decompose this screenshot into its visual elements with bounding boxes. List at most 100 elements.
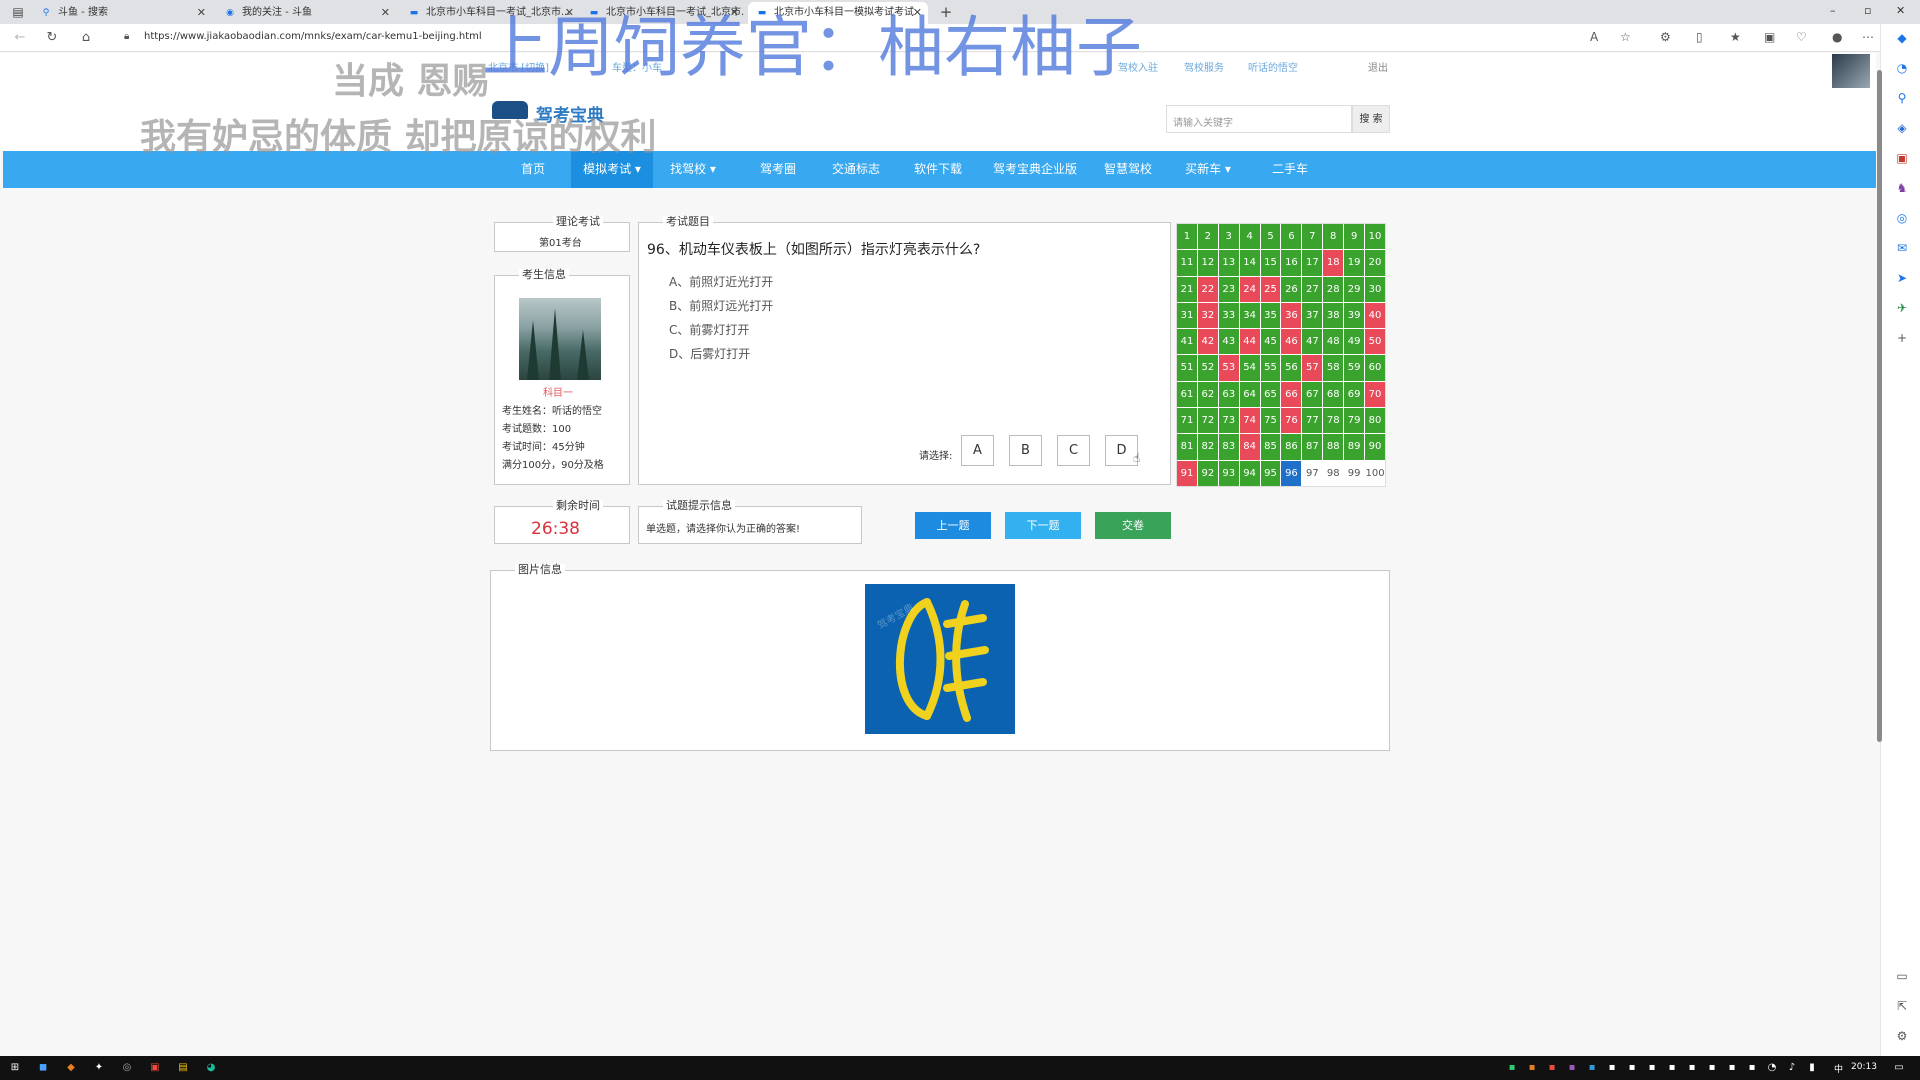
nav-download[interactable]: 软件下载 <box>903 151 973 188</box>
profile-icon[interactable]: ● <box>1832 30 1842 44</box>
page-scrollbar[interactable] <box>1877 70 1882 742</box>
prev-question-button[interactable]: 上一题 <box>915 512 991 539</box>
question-number-cell[interactable]: 83 <box>1218 434 1239 460</box>
open-external-icon[interactable]: ⇱ <box>1894 998 1910 1014</box>
tray-icon-9[interactable]: ▪ <box>1665 1061 1679 1075</box>
tray-icon-11[interactable]: ▪ <box>1705 1061 1719 1075</box>
telegram-icon[interactable]: ➤ <box>1894 270 1910 286</box>
question-number-cell[interactable]: 52 <box>1197 355 1218 381</box>
question-number-cell[interactable]: 50 <box>1365 329 1385 355</box>
option-b[interactable]: B、前照灯远光打开 <box>669 297 773 314</box>
favorites-icon[interactable]: ★ <box>1730 30 1741 44</box>
collections-icon[interactable]: ▣ <box>1764 30 1775 44</box>
question-number-cell[interactable]: 71 <box>1177 408 1197 434</box>
question-number-cell[interactable]: 56 <box>1281 355 1302 381</box>
app-icon-5[interactable]: ▣ <box>148 1061 162 1075</box>
nav-used-car[interactable]: 二手车 <box>1255 151 1325 188</box>
app-icon-4[interactable]: ◎ <box>120 1061 134 1075</box>
question-number-cell[interactable]: 41 <box>1177 329 1197 355</box>
browser-essentials-icon[interactable]: ♡ <box>1796 30 1807 44</box>
question-number-cell[interactable]: 53 <box>1218 355 1239 381</box>
question-number-cell[interactable]: 36 <box>1281 302 1302 329</box>
back-icon[interactable]: ← <box>12 30 28 45</box>
drop-icon[interactable]: ✈ <box>1894 300 1910 316</box>
notification-center-icon[interactable]: ▭ <box>1892 1061 1906 1075</box>
shopping-icon[interactable]: ◈ <box>1894 120 1910 136</box>
tray-icon-2[interactable]: ▪ <box>1525 1061 1539 1075</box>
question-number-cell[interactable]: 69 <box>1344 381 1365 408</box>
question-number-cell[interactable]: 4 <box>1239 224 1260 250</box>
question-number-cell[interactable]: 48 <box>1323 329 1344 355</box>
question-number-cell[interactable]: 45 <box>1260 329 1281 355</box>
answer-b-button[interactable]: B <box>1009 435 1042 466</box>
search-icon[interactable]: ⚲ <box>1894 90 1910 106</box>
tray-icon-13[interactable]: ▪ <box>1745 1061 1759 1075</box>
question-number-cell[interactable]: 10 <box>1365 224 1385 250</box>
question-number-cell[interactable]: 89 <box>1344 434 1365 460</box>
close-icon[interactable]: ✕ <box>197 2 206 24</box>
question-number-cell[interactable]: 3 <box>1218 224 1239 250</box>
ime-indicator[interactable]: 中 <box>1834 1062 1843 1075</box>
question-number-cell[interactable]: 79 <box>1344 408 1365 434</box>
question-number-cell[interactable]: 5 <box>1260 224 1281 250</box>
question-number-cell[interactable]: 6 <box>1281 224 1302 250</box>
username-link[interactable]: 听话的悟空 <box>1248 59 1298 74</box>
question-number-cell[interactable]: 72 <box>1197 408 1218 434</box>
question-number-cell[interactable]: 91 <box>1177 460 1197 486</box>
question-number-cell[interactable]: 47 <box>1302 329 1323 355</box>
question-number-cell[interactable]: 76 <box>1281 408 1302 434</box>
question-number-cell[interactable]: 17 <box>1302 250 1323 276</box>
question-number-cell[interactable]: 19 <box>1344 250 1365 276</box>
question-number-cell[interactable]: 65 <box>1260 381 1281 408</box>
nav-enterprise[interactable]: 驾考宝典企业版 <box>985 151 1085 188</box>
submit-exam-button[interactable]: 交卷 <box>1095 512 1171 539</box>
question-number-cell[interactable]: 40 <box>1365 302 1385 329</box>
question-number-cell[interactable]: 51 <box>1177 355 1197 381</box>
nav-circle[interactable]: 驾考圈 <box>743 151 813 188</box>
question-number-cell[interactable]: 74 <box>1239 408 1260 434</box>
restore-button[interactable]: ▫ <box>1864 4 1871 17</box>
nav-new-car[interactable]: 买新车 ▾ <box>1173 151 1243 188</box>
question-number-cell[interactable]: 60 <box>1365 355 1385 381</box>
edge-browser-icon[interactable]: ◕ <box>204 1061 218 1075</box>
tab-actions-icon[interactable]: ▤ <box>10 4 26 20</box>
add-icon[interactable]: + <box>1894 330 1910 346</box>
question-number-cell[interactable]: 14 <box>1239 250 1260 276</box>
tray-icon-6[interactable]: ▪ <box>1605 1061 1619 1075</box>
question-number-cell[interactable]: 59 <box>1344 355 1365 381</box>
notification-icon[interactable]: ◔ <box>1894 60 1910 76</box>
browser-tab-1[interactable]: ⚲ 斗鱼 - 搜索 ✕ <box>32 2 212 24</box>
question-number-cell[interactable]: 9 <box>1344 224 1365 250</box>
screenshot-icon[interactable]: ▭ <box>1894 968 1910 984</box>
question-number-cell[interactable]: 61 <box>1177 381 1197 408</box>
question-number-cell[interactable]: 85 <box>1260 434 1281 460</box>
question-number-cell[interactable]: 96 <box>1281 460 1302 486</box>
read-aloud-icon[interactable]: A <box>1590 30 1598 44</box>
nav-find-school[interactable]: 找驾校 ▾ <box>655 151 731 188</box>
question-number-cell[interactable]: 44 <box>1239 329 1260 355</box>
app-icon-6[interactable]: ▤ <box>176 1061 190 1075</box>
app-icon-2[interactable]: ◆ <box>64 1061 78 1075</box>
question-number-cell[interactable]: 2 <box>1197 224 1218 250</box>
tray-icon-1[interactable]: ▪ <box>1505 1061 1519 1075</box>
question-number-cell[interactable]: 99 <box>1344 460 1365 486</box>
tools-icon[interactable]: ▣ <box>1894 150 1910 166</box>
question-number-cell[interactable]: 49 <box>1344 329 1365 355</box>
browser-tab-2[interactable]: ◉ 我的关注 - 斗鱼 ✕ <box>216 2 396 24</box>
option-a[interactable]: A、前照灯近光打开 <box>669 273 773 290</box>
question-number-cell[interactable]: 16 <box>1281 250 1302 276</box>
app-icon-3[interactable]: ✦ <box>92 1061 106 1075</box>
tray-icon-7[interactable]: ▪ <box>1625 1061 1639 1075</box>
question-number-cell[interactable]: 98 <box>1323 460 1344 486</box>
tray-icon-3[interactable]: ▪ <box>1545 1061 1559 1075</box>
url-field[interactable]: https://www.jiakaobaodian.com/mnks/exam/… <box>144 31 482 42</box>
question-number-cell[interactable]: 25 <box>1260 276 1281 302</box>
question-number-cell[interactable]: 8 <box>1323 224 1344 250</box>
question-number-cell[interactable]: 31 <box>1177 302 1197 329</box>
question-number-cell[interactable]: 35 <box>1260 302 1281 329</box>
question-number-cell[interactable]: 94 <box>1239 460 1260 486</box>
question-number-cell[interactable]: 81 <box>1177 434 1197 460</box>
question-number-cell[interactable]: 63 <box>1218 381 1239 408</box>
close-icon[interactable]: ✕ <box>381 2 390 24</box>
home-icon[interactable]: ⌂ <box>78 30 94 45</box>
